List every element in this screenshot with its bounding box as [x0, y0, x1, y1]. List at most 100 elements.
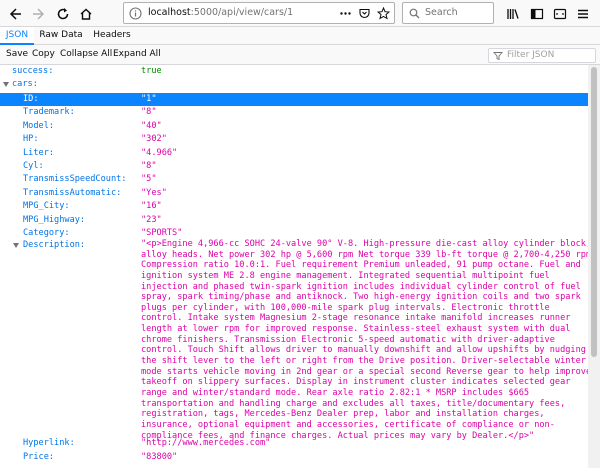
- description-line: length at lower rpm for improved respons…: [141, 324, 571, 335]
- json-key: TransmissSpeedCount:: [23, 174, 127, 185]
- tab-json[interactable]: JSON: [0, 27, 34, 45]
- library-icon: [506, 8, 519, 19]
- sidebar-icon: [530, 8, 543, 19]
- tab-raw-data[interactable]: Raw Data: [36, 27, 86, 45]
- json-key: Liter:: [23, 147, 55, 158]
- json-key: Hyperlink:: [23, 438, 75, 448]
- json-key: Model:: [23, 120, 55, 131]
- reader-view-icon: [553, 8, 566, 19]
- url-path: :5000/api/view/cars/1: [190, 7, 294, 18]
- json-row-field[interactable]: MPG_City: "16": [0, 200, 588, 213]
- json-row-field[interactable]: Liter: "4.966": [0, 147, 588, 160]
- json-key: ID:: [23, 94, 39, 104]
- forward-button[interactable]: [28, 3, 49, 24]
- json-row-field[interactable]: Trademark: "8": [0, 106, 588, 119]
- json-row-field[interactable]: Model: "40": [0, 120, 588, 133]
- collapse-triangle-icon[interactable]: [3, 82, 9, 87]
- description-value: "<p>Engine 4,966-cc SOHC 24-valve 90° V-…: [141, 239, 592, 441]
- info-icon[interactable]: [129, 7, 142, 20]
- tab-headers[interactable]: Headers: [88, 27, 136, 45]
- description-line: mode starts vehicle moving in 2nd gear o…: [141, 366, 592, 377]
- json-row-cars[interactable]: cars:: [0, 78, 588, 91]
- json-row-success[interactable]: success: true: [0, 65, 588, 78]
- json-key: cars:: [12, 79, 38, 89]
- reload-icon: [57, 7, 68, 19]
- description-line: plugs per cylinder, with 100,000-mile sp…: [141, 302, 550, 313]
- json-key: success:: [12, 66, 54, 76]
- json-key: MPG_Highway:: [23, 214, 86, 225]
- json-row-field[interactable]: Cyl: "8": [0, 160, 588, 173]
- browser-toolbar: localhost:5000/api/view/cars/1 Search: [0, 0, 600, 27]
- description-line: spray, spark timing/phase and antiknock.…: [141, 292, 581, 303]
- vertical-scrollbar[interactable]: [588, 65, 600, 468]
- search-bar[interactable]: Search: [402, 2, 494, 24]
- description-line: takeoff on slippery surfaces. Display in…: [141, 377, 571, 388]
- copy-button[interactable]: Copy: [28, 47, 59, 63]
- json-row-field[interactable]: MPG_Highway: "23": [0, 214, 588, 227]
- pocket-icon[interactable]: [358, 7, 371, 20]
- json-value: "8": [141, 161, 157, 171]
- url-bar[interactable]: localhost:5000/api/view/cars/1: [123, 2, 395, 24]
- description-line: "<p>Engine 4,966-cc SOHC 24-valve 90° V-…: [141, 239, 592, 249]
- description-line: alloy heads. Net power 302 hp @ 5,600 rp…: [141, 249, 592, 260]
- description-line: registration, tags, Mercedes-Benz Dealer…: [141, 409, 545, 420]
- json-value: "302": [141, 134, 167, 145]
- description-line: transportation and handling charge and e…: [141, 398, 566, 409]
- json-key: Trademark:: [23, 107, 75, 118]
- json-row-field[interactable]: TransmissAutomatic: "Yes": [0, 187, 588, 200]
- description-line: injection and phased twin-spark ignition…: [141, 281, 581, 292]
- json-key: HP:: [23, 134, 39, 145]
- json-value: "40": [141, 120, 162, 131]
- json-tree: success: true cars: ID: "1" Trademark: "8" M…: [0, 65, 600, 468]
- forward-arrow-icon: [32, 7, 44, 20]
- page-actions-icon[interactable]: [339, 7, 352, 20]
- filter-icon: [493, 52, 503, 61]
- url-bar-actions: [339, 7, 390, 20]
- reload-button[interactable]: [52, 3, 73, 24]
- json-toolbar: Save Copy Collapse All Expand All Filter…: [0, 45, 600, 65]
- url-host: localhost: [148, 7, 191, 18]
- json-value: true: [141, 66, 162, 76]
- reader-view-button[interactable]: [549, 3, 570, 24]
- home-button[interactable]: [75, 3, 96, 24]
- json-value: "83800": [141, 452, 178, 462]
- back-arrow-icon: [9, 7, 21, 20]
- collapse-all-button[interactable]: Collapse All: [56, 47, 116, 63]
- url-text: localhost:5000/api/view/cars/1: [148, 7, 293, 18]
- json-row-hyperlink[interactable]: Hyperlink: "http://www.mercedes.com": [0, 437, 588, 450]
- json-value: "Yes": [141, 187, 167, 198]
- json-value: "4.966": [141, 147, 178, 158]
- scrollbar-thumb[interactable]: [591, 67, 597, 357]
- library-button[interactable]: [502, 3, 523, 24]
- description-line: Compression ratio 10.0:1. Fuel requireme…: [141, 260, 581, 271]
- json-value: "1": [141, 94, 157, 104]
- json-row-field[interactable]: HP: "302": [0, 133, 588, 146]
- home-icon: [80, 8, 91, 20]
- json-key: MPG_City:: [23, 201, 70, 212]
- description-line: control. Touch Shift allows driver to ma…: [141, 345, 586, 356]
- json-value: "5": [141, 174, 157, 185]
- collapse-triangle-icon[interactable]: [13, 243, 19, 248]
- filter-json-input[interactable]: Filter JSON: [488, 48, 596, 63]
- expand-all-button[interactable]: Expand All: [109, 47, 165, 63]
- description-line: ignition system ME 2.8 engine management…: [141, 270, 550, 281]
- json-value: "8": [141, 107, 157, 118]
- json-viewer-tabs: JSON Raw Data Headers: [0, 27, 600, 45]
- json-key: TransmissAutomatic:: [23, 187, 122, 198]
- search-icon: [409, 8, 420, 19]
- description-line: range and winter/standard mode. Rear axl…: [141, 387, 530, 398]
- sidebar-button[interactable]: [526, 3, 547, 24]
- description-line: insurance, optional equipment and access…: [141, 419, 555, 430]
- menu-button[interactable]: [572, 3, 593, 24]
- filter-placeholder: Filter JSON: [507, 50, 555, 60]
- description-line: chrome finishers. Transmission Electroni…: [141, 334, 555, 345]
- json-row-field[interactable]: ID: "1": [0, 93, 588, 106]
- json-value: "16": [141, 201, 162, 212]
- description-line: control. Intake system Magnesium 2-stage…: [141, 313, 571, 324]
- json-row-field[interactable]: TransmissSpeedCount: "5": [0, 173, 588, 186]
- json-value: "23": [141, 214, 162, 225]
- json-row-price[interactable]: Price: "83800": [0, 451, 588, 464]
- bookmark-star-icon[interactable]: [377, 7, 390, 20]
- description-line: the shift lever to the left or right fro…: [141, 356, 586, 367]
- back-button[interactable]: [4, 3, 25, 24]
